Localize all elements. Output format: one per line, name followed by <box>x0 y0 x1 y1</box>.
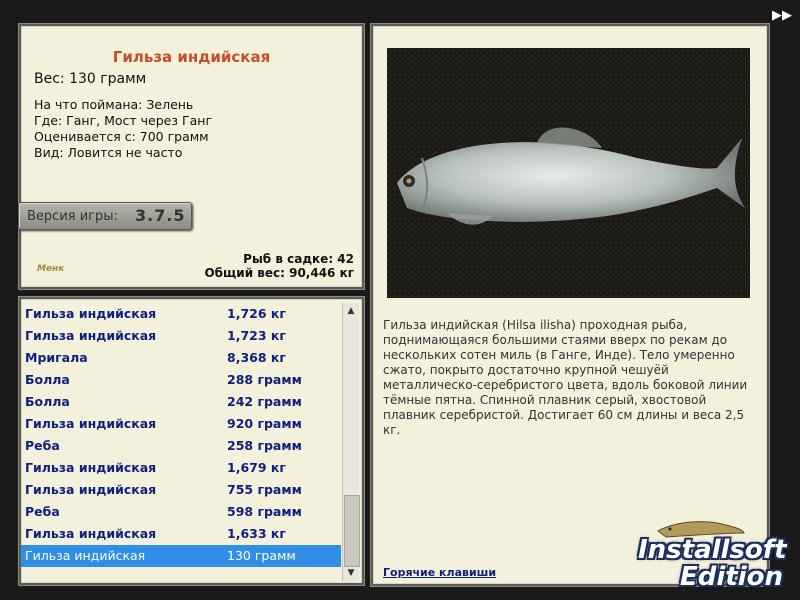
list-item[interactable]: Гильза индийская 1,679 кг <box>21 457 341 479</box>
list-item-selected[interactable]: Гильза индийская 130 грамм <box>21 545 341 567</box>
caught-on-text: На что поймана: Зелень <box>34 97 194 112</box>
list-item-name: Болла <box>25 394 70 409</box>
fish-title: Гильза индийская <box>112 48 271 66</box>
list-item-weight: 920 грамм <box>227 416 302 431</box>
version-badge: Версия игры: 3.7.5 <box>18 202 192 230</box>
list-item[interactable]: Болла 242 грамм <box>21 391 341 413</box>
list-item[interactable]: Мригала 8,368 кг <box>21 347 341 369</box>
list-item[interactable]: Реба 598 грамм <box>21 501 341 523</box>
version-label: Версия игры: <box>27 209 118 224</box>
list-item-name: Мригала <box>25 350 88 365</box>
arrow-up-icon[interactable]: ▲ <box>343 303 359 319</box>
total-weight: Общий вес: 90,446 кг <box>204 266 354 280</box>
forward-button[interactable]: ▶▶ <box>770 8 794 24</box>
list-item[interactable]: Гильза индийская 920 грамм <box>21 413 341 435</box>
watermark-installsoft: Installsoft <box>638 535 787 565</box>
fish-info-panel: Гильза индийская Вес: 130 грамм На что п… <box>18 23 365 290</box>
list-item-name: Гильза индийская <box>25 460 157 475</box>
list-item-name: Гильза индийская <box>25 482 157 497</box>
list-item-name: Гильза индийская <box>25 526 157 541</box>
location-text: Где: Ганг, Мост через Ганг <box>34 113 213 128</box>
list-item-weight: 598 грамм <box>227 504 302 519</box>
scrollbar[interactable]: ▲ ▼ <box>342 303 360 581</box>
list-item-name: Болла <box>25 372 70 387</box>
scroll-thumb[interactable] <box>344 495 360 567</box>
fish-detail-panel: Гильза индийская (Hilsa ilisha) проходна… <box>370 23 770 587</box>
list-item-name: Реба <box>25 504 60 519</box>
list-item-weight: 8,368 кг <box>227 350 286 365</box>
list-item-name: Гильза индийская <box>25 548 146 563</box>
list-item[interactable]: Гильза индийская 1,633 кг <box>21 523 341 545</box>
list-item-name: Гильза индийская <box>25 306 157 321</box>
list-item-weight: 288 грамм <box>227 372 302 387</box>
list-item[interactable]: Гильза индийская 1,723 кг <box>21 325 341 347</box>
fish-description: Гильза индийская (Hilsa ilisha) проходна… <box>383 318 748 437</box>
list-item-name: Гильза индийская <box>25 416 157 431</box>
list-item-weight: 1,679 кг <box>227 460 286 475</box>
list-item[interactable]: Болла 288 грамм <box>21 369 341 391</box>
fish-photo <box>387 48 750 298</box>
list-item[interactable]: Гильза индийская 755 грамм <box>21 479 341 501</box>
list-item-weight: 242 грамм <box>227 394 302 409</box>
list-item-weight: 755 грамм <box>227 482 302 497</box>
list-item-name: Гильза индийская <box>25 328 157 343</box>
catch-list-panel: Гильза индийская 1,726 кг Гильза индийская… <box>18 296 365 586</box>
catch-list: Гильза индийская 1,726 кг Гильза индийская… <box>21 303 341 567</box>
list-item-weight: 1,633 кг <box>227 526 286 541</box>
kind-text: Вид: Ловится не часто <box>34 145 183 160</box>
fish-count: Рыб в садке: 42 <box>243 252 354 266</box>
list-item-weight: 258 грамм <box>227 438 302 453</box>
fish-image <box>387 48 750 298</box>
list-item-weight: 1,726 кг <box>227 306 286 321</box>
list-item-name: Реба <box>25 438 60 453</box>
valued-from-text: Оценивается с: 700 грамм <box>34 129 209 144</box>
hotkeys-link[interactable]: Горячие клавиши <box>383 566 496 579</box>
list-item[interactable]: Реба 258 грамм <box>21 435 341 457</box>
arrow-down-icon[interactable]: ▼ <box>343 565 359 581</box>
fish-weight: Вес: 130 грамм <box>34 71 147 87</box>
version-number: 3.7.5 <box>135 206 186 225</box>
list-item-weight: 1,723 кг <box>227 328 286 343</box>
logo: Менк <box>37 264 65 274</box>
list-item[interactable]: Гильза индийская 1,726 кг <box>21 303 341 325</box>
watermark-edition: Edition <box>680 562 783 592</box>
list-item-weight: 130 грамм <box>227 548 296 563</box>
